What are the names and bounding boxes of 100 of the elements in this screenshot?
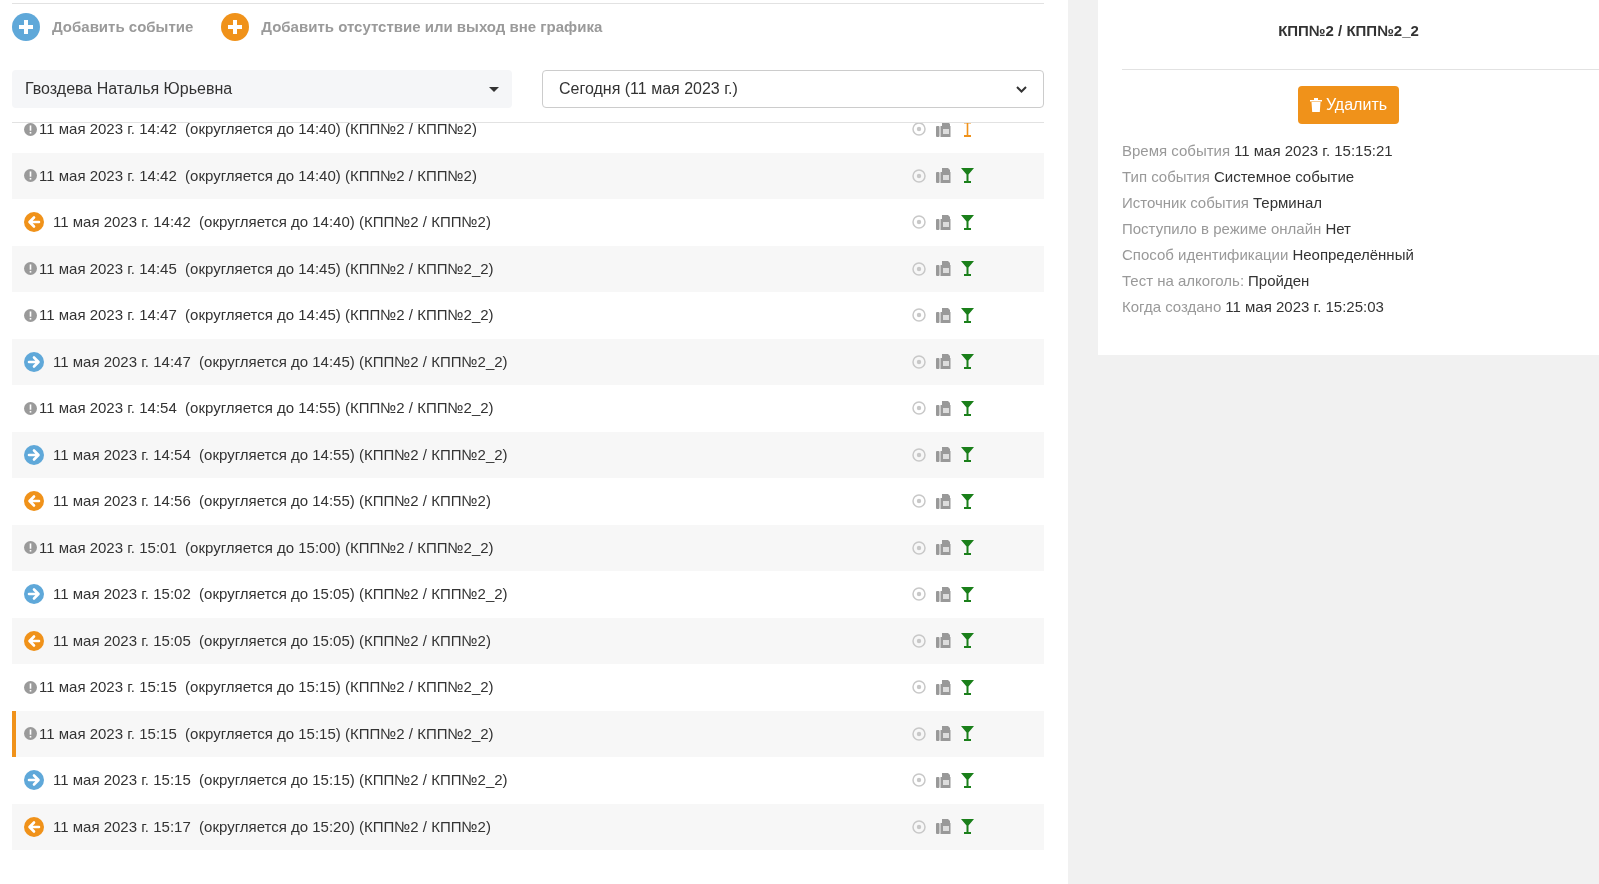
field-value: Системное событие bbox=[1213, 166, 1355, 186]
target-icon bbox=[912, 680, 926, 695]
arrow-right-icon bbox=[24, 444, 44, 465]
fax-icon bbox=[936, 586, 951, 602]
event-text: 11 мая 2023 г. 15:15 (округляется до 15:15) (КПП№2 / КПП№2_2) bbox=[53, 770, 509, 790]
field-value: 11 мая 2023 г. 15:15:21 bbox=[1234, 140, 1393, 160]
target-icon bbox=[912, 168, 926, 183]
exclamation-icon bbox=[24, 123, 37, 136]
glass-icon bbox=[961, 261, 974, 277]
glass-icon bbox=[961, 586, 974, 602]
caret-icon bbox=[489, 86, 499, 92]
event-row[interactable]: 11 мая 2023 г. 14:42 (округляется до 14:40) (КПП№2 / КПП№2) bbox=[12, 152, 1044, 199]
event-text: 11 мая 2023 г. 14:47 (округляется до 14:45) (КПП№2 / КПП№2_2) bbox=[53, 351, 509, 372]
field-label: Время события bbox=[1122, 140, 1231, 160]
target-icon bbox=[912, 773, 926, 788]
field-value: 11 мая 2023 г. 15:25:03 bbox=[1225, 296, 1384, 316]
glass-icon bbox=[961, 123, 974, 137]
details-title: КПП№2 / КПП№2_2 bbox=[1277, 21, 1420, 41]
glass-icon bbox=[961, 772, 974, 788]
arrow-right-icon bbox=[24, 770, 44, 791]
fax-icon bbox=[936, 819, 951, 835]
glass-icon bbox=[961, 819, 974, 835]
event-row[interactable]: 11 мая 2023 г. 14:47 (округляется до 14:45) (КПП№2 / КПП№2_2) bbox=[12, 338, 1044, 385]
target-icon bbox=[912, 633, 926, 648]
fax-icon bbox=[936, 540, 951, 556]
fax-icon bbox=[936, 633, 951, 649]
target-icon bbox=[912, 540, 926, 555]
fax-icon bbox=[936, 261, 951, 277]
target-icon bbox=[912, 215, 926, 230]
arrow-left-icon bbox=[24, 630, 44, 651]
fax-icon bbox=[936, 307, 951, 323]
event-row[interactable]: 11 мая 2023 г. 14:54 (округляется до 14:55) (КПП№2 / КПП№2_2) bbox=[12, 431, 1044, 478]
employee-select[interactable]: Гвоздева Наталья Юрьевна bbox=[12, 70, 512, 108]
target-icon bbox=[912, 494, 926, 509]
exclamation-icon bbox=[24, 680, 37, 694]
exclamation-icon bbox=[24, 727, 37, 741]
glass-icon bbox=[961, 447, 974, 463]
event-text: 11 мая 2023 г. 14:45 (округляется до 14:45) (КПП№2 / КПП№2_2) bbox=[39, 258, 495, 279]
event-text: 11 мая 2023 г. 14:42 (округляется до 14:40) (КПП№2 / КПП№2) bbox=[39, 123, 478, 139]
target-icon bbox=[912, 261, 926, 276]
event-row[interactable]: 11 мая 2023 г. 15:05 (округляется до 15:05) (КПП№2 / КПП№2) bbox=[12, 617, 1044, 664]
arrow-right-icon bbox=[24, 351, 44, 372]
event-row[interactable]: 11 мая 2023 г. 15:17 (округляется до 15:20) (КПП№2 / КПП№2) bbox=[12, 803, 1044, 850]
fax-icon bbox=[936, 354, 951, 370]
glass-icon bbox=[961, 214, 974, 230]
fax-icon bbox=[936, 772, 951, 788]
glass-icon bbox=[961, 307, 974, 323]
event-text: 11 мая 2023 г. 15:17 (округляется до 15:20) (КПП№2 / КПП№2) bbox=[53, 816, 492, 837]
event-text: 11 мая 2023 г. 14:47 (округляется до 14:45) (КПП№2 / КПП№2_2) bbox=[39, 305, 495, 325]
target-icon bbox=[912, 819, 926, 834]
arrow-left-icon bbox=[24, 816, 44, 837]
event-text: 11 мая 2023 г. 14:56 (округляется до 14:55) (КПП№2 / КПП№2) bbox=[53, 491, 492, 511]
date-select[interactable]: Сегодня (11 мая 2023 г.) bbox=[542, 70, 1044, 108]
fax-icon bbox=[936, 168, 951, 184]
target-icon bbox=[912, 726, 926, 741]
fax-icon bbox=[936, 679, 951, 695]
fax-icon bbox=[936, 400, 951, 416]
event-text: 11 мая 2023 г. 15:15 (округляется до 15:15) (КПП№2 / КПП№2_2) bbox=[39, 677, 495, 697]
event-text: 11 мая 2023 г. 14:42 (округляется до 14:40) (КПП№2 / КПП№2) bbox=[53, 212, 492, 232]
glass-icon bbox=[961, 354, 974, 370]
fax-icon bbox=[936, 726, 951, 742]
exclamation-icon bbox=[24, 262, 37, 276]
event-text: 11 мая 2023 г. 15:01 (округляется до 15:00) (КПП№2 / КПП№2_2) bbox=[39, 537, 495, 558]
event-text: 11 мая 2023 г. 15:15 (округляется до 15:15) (КПП№2 / КПП№2_2) bbox=[39, 723, 495, 744]
field-label: Способ идентификации bbox=[1122, 244, 1289, 264]
field-value: Неопределённый bbox=[1292, 244, 1414, 264]
field-label: Тест на алкоголь: bbox=[1122, 270, 1245, 290]
target-icon bbox=[912, 354, 926, 369]
field-label: Когда создано bbox=[1122, 296, 1222, 316]
arrow-right-icon bbox=[24, 584, 44, 605]
plus-icon bbox=[221, 13, 250, 41]
arrow-left-icon bbox=[24, 491, 44, 512]
glass-icon bbox=[961, 726, 974, 742]
field-value: Терминал bbox=[1252, 192, 1323, 212]
field-label: Тип события bbox=[1122, 166, 1210, 186]
fax-icon bbox=[936, 493, 951, 509]
event-row[interactable]: 11 мая 2023 г. 14:45 (округляется до 14:45) (КПП№2 / КПП№2_2) bbox=[12, 245, 1044, 292]
glass-icon bbox=[961, 633, 974, 649]
event-text: 11 мая 2023 г. 15:05 (округляется до 15:05) (КПП№2 / КПП№2) bbox=[53, 630, 492, 651]
trash-icon bbox=[1309, 97, 1322, 112]
target-icon bbox=[912, 401, 926, 416]
field-label: Поступило в режиме онлайн bbox=[1122, 218, 1322, 238]
event-text: 11 мая 2023 г. 15:02 (округляется до 15:05) (КПП№2 / КПП№2_2) bbox=[53, 584, 509, 604]
glass-icon bbox=[961, 400, 974, 416]
exclamation-icon bbox=[24, 169, 37, 183]
glass-icon bbox=[961, 493, 974, 509]
event-row[interactable]: 11 мая 2023 г. 15:15 (округляется до 15:15) (КПП№2 / КПП№2_2) bbox=[12, 710, 1044, 757]
event-text: 11 мая 2023 г. 14:54 (округляется до 14:55) (КПП№2 / КПП№2_2) bbox=[39, 398, 495, 418]
fax-icon bbox=[936, 447, 951, 463]
field-label: Источник события bbox=[1122, 192, 1249, 212]
target-icon bbox=[912, 587, 926, 602]
exclamation-icon bbox=[24, 541, 37, 555]
event-text: 11 мая 2023 г. 14:54 (округляется до 14:55) (КПП№2 / КПП№2_2) bbox=[53, 444, 509, 465]
plus-icon bbox=[12, 13, 40, 41]
chevron-icon bbox=[1016, 85, 1027, 93]
exclamation-icon bbox=[24, 308, 37, 322]
event-row[interactable]: 11 мая 2023 г. 15:01 (округляется до 15:00) (КПП№2 / КПП№2_2) bbox=[12, 524, 1044, 571]
target-icon bbox=[912, 447, 926, 462]
exclamation-icon bbox=[24, 401, 37, 415]
target-icon bbox=[912, 123, 926, 137]
